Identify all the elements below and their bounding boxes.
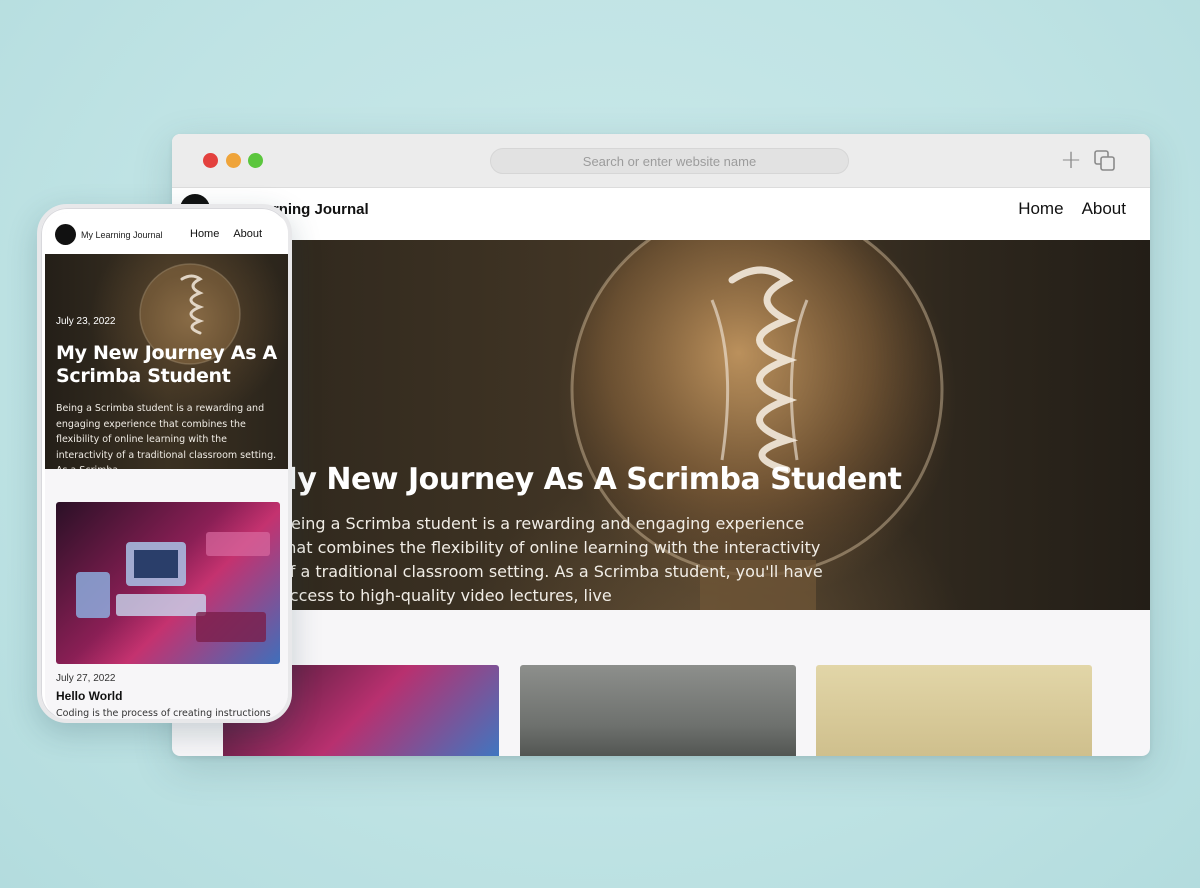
mobile-nav-home-link[interactable]: Home [190, 228, 219, 240]
mobile-site-title[interactable]: My Learning Journal [81, 230, 163, 240]
tabs-overview-icon[interactable] [1094, 150, 1116, 172]
mobile-post-date: July 27, 2022 [56, 673, 116, 684]
hero-banner[interactable]: My New Journey As A Scrimba Student Bein… [172, 240, 1150, 610]
retro-tv-robot-image[interactable] [816, 665, 1092, 756]
nav-about-link[interactable]: About [1082, 199, 1126, 219]
nav-home-link[interactable]: Home [1018, 199, 1063, 219]
retro-computers-illustration [76, 532, 270, 642]
mobile-hero-date: July 23, 2022 [56, 316, 116, 327]
browser-toolbar: Search or enter website name + [172, 134, 1150, 188]
mobile-hero-banner[interactable]: July 23, 2022 My New Journey As A Scrimb… [45, 254, 288, 469]
site-header: My Learning Journal Home About [172, 188, 1150, 240]
desktop-browser-window: Search or enter website name + My Learni… [172, 134, 1150, 756]
hero-excerpt: Being a Scrimba student is a rewarding a… [280, 514, 823, 605]
mobile-post-title[interactable]: Hello World [56, 689, 122, 703]
mobile-site-header: My Learning Journal Home About [45, 212, 288, 254]
misty-lake-image[interactable] [520, 665, 796, 756]
hero-title: My New Journey As A Scrimba Student [268, 462, 902, 497]
mobile-hero-excerpt: Being a Scrimba student is a rewarding a… [56, 403, 277, 469]
site-nav: Home About [1018, 199, 1126, 219]
mobile-screen: My Learning Journal Home About July 23, … [45, 212, 288, 719]
mobile-post-excerpt: Coding is the process of creating instru… [56, 708, 271, 719]
window-maximize-button[interactable] [248, 153, 263, 168]
post-cards [223, 665, 1093, 756]
plus-icon[interactable]: + [1060, 147, 1082, 173]
window-minimize-button[interactable] [226, 153, 241, 168]
mobile-hero-title: My New Journey As A Scrimba Student [56, 342, 277, 387]
logo-icon[interactable] [55, 224, 76, 245]
window-close-button[interactable] [203, 153, 218, 168]
address-bar[interactable]: Search or enter website name [490, 148, 849, 174]
mobile-nav-about-link[interactable]: About [233, 228, 262, 240]
mobile-site-nav: Home About [190, 228, 262, 240]
retro-computers-image[interactable] [56, 502, 280, 664]
mobile-phone-frame: My Learning Journal Home About July 23, … [37, 204, 292, 723]
